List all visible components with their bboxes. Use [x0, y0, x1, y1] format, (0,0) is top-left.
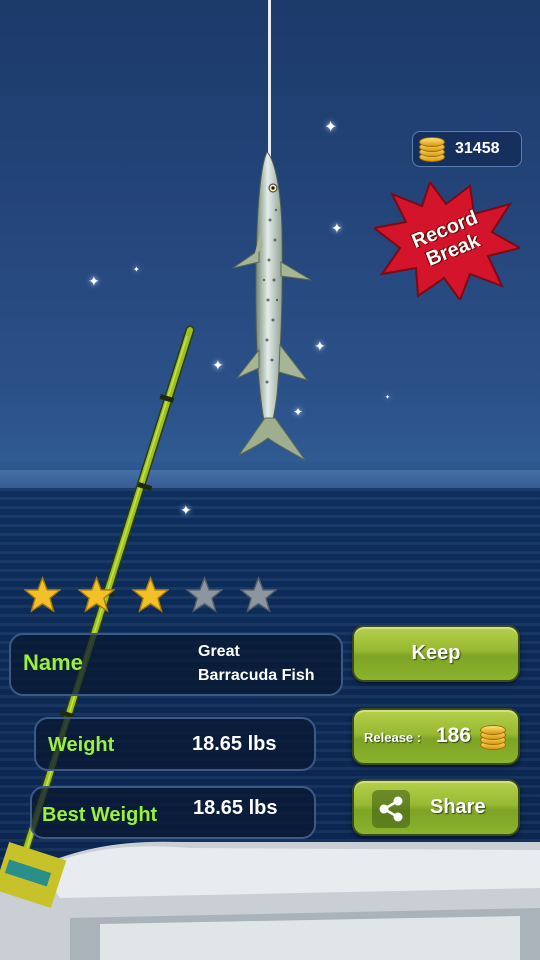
share-button[interactable]: Share — [352, 779, 520, 836]
best-weight-panel: Best Weight 18.65 lbs — [30, 786, 316, 839]
weight-value: 18.65 lbs — [192, 733, 277, 755]
name-label: Name — [23, 650, 83, 675]
coin-count: 31458 — [455, 140, 500, 157]
star-filled-icon — [78, 576, 115, 613]
star-empty-icon — [186, 576, 223, 613]
star-rating — [24, 576, 277, 613]
game-scene: ✦ ✦ ✦ ✦ ✦ ✦ ✦ ✦ ✦ 31458 Record Break Nam… — [0, 0, 540, 960]
coin-counter: 31458 — [412, 131, 522, 167]
release-button[interactable]: Release : 186 — [352, 708, 520, 765]
best-weight-label: Best Weight — [42, 804, 158, 826]
share-icon — [372, 790, 410, 828]
coin-stack-icon — [480, 724, 506, 750]
keep-button-label: Keep — [411, 642, 461, 664]
boat-deck-image — [0, 841, 540, 960]
coin-stack-icon — [419, 136, 445, 162]
best-weight-value: 18.65 lbs — [193, 797, 278, 819]
star-empty-icon — [240, 576, 277, 613]
weight-panel: Weight 18.65 lbs — [34, 717, 316, 771]
weight-label: Weight — [48, 734, 115, 756]
share-button-label: Share — [430, 796, 486, 818]
fish-name-line2: Barracuda Fish — [198, 667, 315, 684]
star-filled-icon — [132, 576, 169, 613]
star-filled-icon — [24, 576, 61, 613]
keep-button[interactable]: Keep — [352, 625, 520, 682]
release-value: 186 — [436, 724, 472, 747]
record-break-badge: Record Break — [374, 182, 520, 300]
release-prefix: Release : — [364, 730, 422, 745]
name-panel: Name Great Barracuda Fish — [9, 633, 343, 696]
fish-name-line1: Great — [198, 643, 240, 660]
